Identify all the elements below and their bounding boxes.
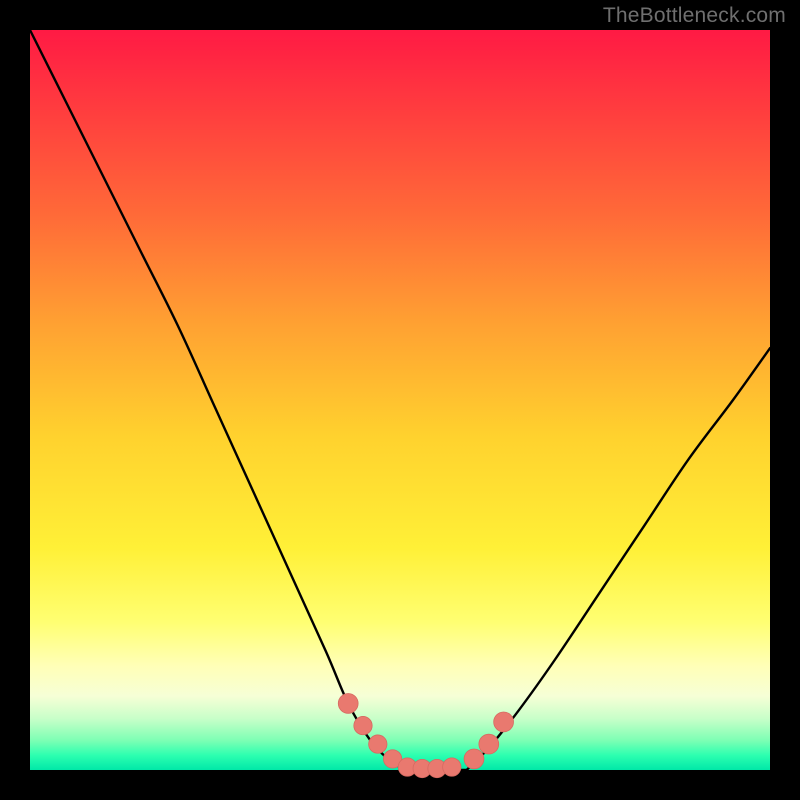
data-marker [443,758,461,776]
data-marker [464,749,484,769]
curve-svg [0,0,800,800]
bottleneck-curve [30,30,770,772]
outer-frame: TheBottleneck.com [0,0,800,800]
data-marker [369,735,387,753]
data-marker [338,693,358,713]
data-marker [494,712,514,732]
data-marker [354,716,372,734]
watermark-text: TheBottleneck.com [603,4,786,28]
data-marker [479,734,499,754]
